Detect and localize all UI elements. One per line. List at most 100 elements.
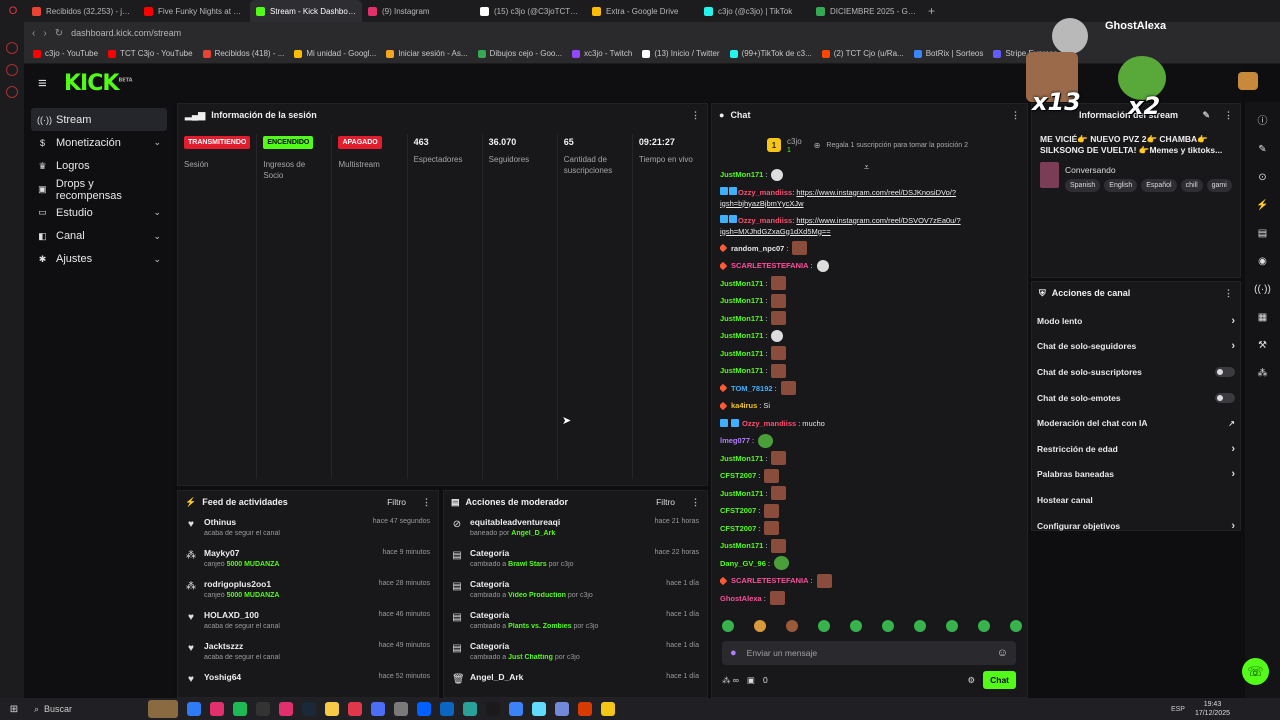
doc-icon[interactable]: ▤: [1258, 228, 1267, 239]
tag-chip[interactable]: Spanish: [1065, 179, 1101, 192]
taskbar-app-icon[interactable]: [279, 702, 293, 716]
back-icon[interactable]: ‹: [32, 28, 35, 39]
chat-username[interactable]: CFST2007: [720, 520, 756, 538]
taskbar-app-icon[interactable]: [371, 702, 385, 716]
chat-username[interactable]: JustMon171: [720, 345, 763, 363]
quick-emote[interactable]: [914, 620, 926, 632]
bookmark[interactable]: (13) Inicio / Twitter: [637, 49, 724, 58]
channel-action[interactable]: Chat de solo-suscriptores: [1032, 359, 1240, 385]
bookmark[interactable]: (99+)TikTok de c3...: [725, 49, 817, 58]
chat-username[interactable]: JustMon171: [720, 450, 763, 468]
taskbar-app-icon[interactable]: [256, 702, 270, 716]
taskbar-app-icon[interactable]: [509, 702, 523, 716]
sub-leaderboard[interactable]: 1 c3jo 1 ⊕ Regala 1 suscripción para tom…: [712, 126, 1027, 160]
settings-icon[interactable]: ⚙: [967, 675, 975, 686]
tag-chip[interactable]: chill: [1180, 179, 1203, 192]
sidebar-item-canal[interactable]: ◧ Canal ⌄: [31, 224, 167, 247]
chat-username[interactable]: Ozzy_mandiiss: [738, 216, 792, 225]
chat-username[interactable]: Ozzy_mandiiss: [742, 415, 796, 433]
taskbar-app-icon[interactable]: [187, 702, 201, 716]
target-icon[interactable]: ⊙: [1258, 172, 1266, 183]
taskbar-app-icon[interactable]: [440, 702, 454, 716]
tag-chip[interactable]: Español: [1141, 179, 1177, 192]
toggle-switch[interactable]: [1215, 392, 1235, 403]
chat-username[interactable]: lmeg077: [720, 432, 750, 450]
list-item[interactable]: 🗑 Angel_D_Ark hace 1 día: [444, 668, 707, 699]
chat-username[interactable]: random_npc07: [731, 240, 784, 258]
sidebar-item-monetizaci-n[interactable]: $ Monetización ⌄: [31, 131, 167, 154]
browser-tab[interactable]: Five Funky Nights at Fred: [138, 0, 250, 22]
list-item[interactable]: ⊘ equitableadventureaqi baneado por Angel_…: [444, 513, 707, 544]
windows-start-icon[interactable]: ⊞: [0, 704, 28, 715]
quick-emote[interactable]: [722, 620, 734, 632]
browser-tab[interactable]: Stream - Kick Dashboard: [250, 0, 362, 22]
mic-icon[interactable]: ●: [730, 647, 737, 659]
forward-icon[interactable]: ›: [43, 28, 46, 39]
edit-icon[interactable]: ✎: [1202, 110, 1210, 121]
chat-username[interactable]: JustMon171: [720, 310, 763, 328]
bookmark[interactable]: BotRix | Sorteos: [909, 49, 989, 58]
taskbar-app-icon[interactable]: [601, 702, 615, 716]
messenger-icon[interactable]: [6, 64, 18, 76]
taskbar-app-icon[interactable]: [555, 702, 569, 716]
list-item[interactable]: ⁂ rodrigoplus2oo1 canjeó 5000 MUDANZA hace …: [178, 575, 438, 606]
emoji-icon[interactable]: ☺: [997, 647, 1008, 659]
chat-username[interactable]: JustMon171: [720, 292, 763, 310]
more-icon[interactable]: ⋮: [691, 110, 700, 121]
broadcast-icon[interactable]: ((·)): [1254, 284, 1271, 295]
chat-username[interactable]: ka4irus: [731, 397, 757, 415]
bookmark[interactable]: c3jo - YouTube: [28, 49, 103, 58]
taskbar-search[interactable]: ⌕ Buscar: [28, 700, 138, 718]
profile-avatar[interactable]: [1238, 72, 1258, 90]
help-chat-icon[interactable]: ☏: [1242, 658, 1269, 685]
toggle-switch[interactable]: [1215, 366, 1235, 377]
taskbar-app-icon[interactable]: [486, 702, 500, 716]
taskbar-app-icon[interactable]: [233, 702, 247, 716]
channel-action[interactable]: Restricción de edad ›: [1032, 436, 1240, 462]
bookmark[interactable]: Dibujos cejo - Goo...: [473, 49, 567, 58]
more-icon[interactable]: ⋮: [1224, 110, 1233, 121]
sidebar-item-estudio[interactable]: ▭ Estudio ⌄: [31, 201, 167, 224]
taskbar-app-icon[interactable]: [325, 702, 339, 716]
more-icon[interactable]: ⋮: [1011, 110, 1020, 121]
opera-icon[interactable]: O: [0, 0, 26, 22]
chat-username[interactable]: JustMon171: [720, 166, 763, 184]
quick-emote[interactable]: [978, 620, 990, 632]
new-tab-button[interactable]: +: [922, 4, 941, 18]
tag-chip[interactable]: gami: [1206, 179, 1232, 192]
channel-action[interactable]: Chat de solo-emotes: [1032, 385, 1240, 411]
list-item[interactable]: ♥ Yoshig64 hace 52 minutos: [178, 668, 438, 699]
more-icon[interactable]: ⋮: [691, 497, 700, 508]
chat-send-button[interactable]: Chat: [983, 671, 1016, 689]
language-indicator[interactable]: ESP: [1171, 706, 1185, 713]
layout-icon[interactable]: ▦: [1258, 312, 1267, 323]
quick-emote[interactable]: [754, 620, 766, 632]
sidebar-item-drops-y-recompensas[interactable]: ▣ Drops y recompensas: [31, 178, 167, 202]
chat-username[interactable]: JustMon171: [720, 485, 763, 503]
info-icon[interactable]: ⓘ: [1258, 112, 1268, 127]
more-icon[interactable]: ⋮: [1224, 288, 1233, 299]
list-item[interactable]: ▤ Categoría cambiado a Video Production po…: [444, 575, 707, 606]
browser-tab[interactable]: c3jo (@c3jo) | TikTok: [698, 0, 810, 22]
taskbar-app-icon[interactable]: [348, 702, 362, 716]
chat-username[interactable]: CFST2007: [720, 467, 756, 485]
bookmark[interactable]: Iniciar sesión - As...: [381, 49, 472, 58]
menu-icon[interactable]: ≡: [38, 75, 54, 92]
tag-chip[interactable]: English: [1104, 179, 1138, 192]
bolt-icon[interactable]: ⚡: [1256, 200, 1268, 211]
quick-emote[interactable]: [818, 620, 830, 632]
list-item[interactable]: ▤ Categoría cambiado a Plants vs. Zombies …: [444, 606, 707, 637]
list-item[interactable]: ⁂ Mayky07 canjeó 5000 MUDANZA hace 9 minuto…: [178, 544, 438, 575]
quick-emote[interactable]: [1010, 620, 1022, 632]
sidebar-item-logros[interactable]: ♛ Logros: [31, 155, 167, 178]
wrench-icon[interactable]: ⚒: [1258, 340, 1267, 351]
browser-tab[interactable]: (9) Instagram: [362, 0, 474, 22]
kick-logo[interactable]: KICKBETA: [64, 71, 133, 96]
whatsapp-icon[interactable]: [6, 86, 18, 98]
url-field[interactable]: dashboard.kick.com/stream: [71, 28, 181, 38]
channel-action[interactable]: Moderación del chat con IA ↗: [1032, 410, 1240, 436]
points-icon[interactable]: ⁂: [1258, 368, 1268, 379]
chat-username[interactable]: CFST2007: [720, 502, 756, 520]
bookmark[interactable]: (2) TCT Cjo (u/Ra...: [817, 49, 909, 58]
channel-action[interactable]: Chat de solo-seguidores ›: [1032, 334, 1240, 360]
